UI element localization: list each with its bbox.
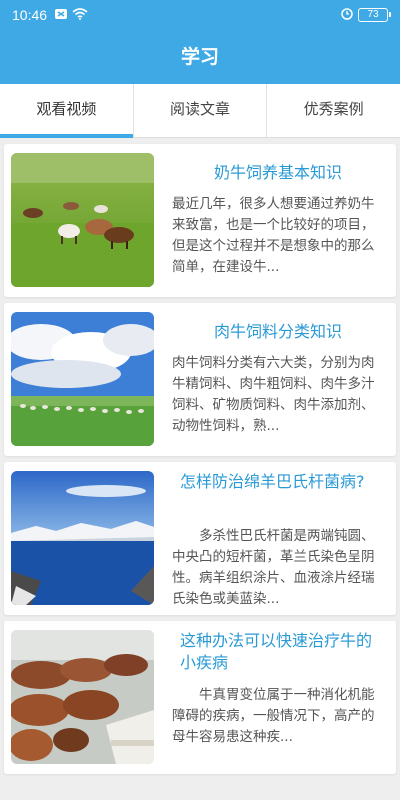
wifi-icon xyxy=(72,8,88,20)
alarm-icon xyxy=(341,8,353,20)
page-title: 学习 xyxy=(0,30,400,84)
article-summary: 肉牛饲料分类有六大类，分别为肉牛精饲料、肉牛粗饲料、肉牛多汁饲料、矿物质饲料、肉… xyxy=(172,355,375,434)
tab-read-articles[interactable]: 阅读文章 xyxy=(132,84,267,137)
status-bar: 10:46 73 xyxy=(0,0,400,30)
notification-icon xyxy=(55,9,67,19)
article-card[interactable]: 这种办法可以快速治疗牛的小疾病 牛真胃变位属于一种消化机能障碍的疾病，一般情况下… xyxy=(4,621,396,774)
article-thumbnail-cattle-feeding xyxy=(11,630,154,764)
article-thumbnail-dairy-cows xyxy=(11,153,154,287)
article-card[interactable]: 奶牛饲养基本知识 最近几年，很多人想要通过养奶牛来致富，也是一个比较好的项目，但… xyxy=(4,144,396,297)
article-title[interactable]: 奶牛饲养基本知识 xyxy=(172,162,384,184)
article-summary: 牛真胃变位属于一种消化机能障碍的疾病，一般情况下，高产的母牛容易患这种疾... xyxy=(172,687,375,745)
article-summary: 多杀性巴氏杆菌是两端钝圆、中央凸的短杆菌，革兰氏染色呈阴性。病羊组织涂片、血液涂… xyxy=(172,528,375,607)
article-thumbnail-crater-lake xyxy=(11,471,154,605)
article-title[interactable]: 肉牛饲料分类知识 xyxy=(172,321,384,343)
article-card[interactable]: 怎样防治绵羊巴氏杆菌病? 多杀性巴氏杆菌是两端钝圆、中央凸的短杆菌，革兰氏染色呈… xyxy=(4,462,396,615)
tab-bar: 观看视频 阅读文章 优秀案例 xyxy=(0,84,400,138)
article-card[interactable]: 肉牛饲料分类知识 肉牛饲料分类有六大类，分别为肉牛精饲料、肉牛粗饲料、肉牛多汁饲… xyxy=(4,303,396,456)
article-title[interactable]: 这种办法可以快速治疗牛的小疾病 xyxy=(172,630,384,674)
article-list: 奶牛饲养基本知识 最近几年，很多人想要通过养奶牛来致富，也是一个比较好的项目，但… xyxy=(0,138,400,800)
article-title[interactable]: 怎样防治绵羊巴氏杆菌病? xyxy=(172,471,384,493)
tab-watch-video[interactable]: 观看视频 xyxy=(0,84,133,138)
battery-indicator: 73 xyxy=(358,8,391,22)
status-time: 10:46 xyxy=(12,7,48,23)
article-thumbnail-sheep-pasture xyxy=(11,312,154,446)
article-summary: 最近几年，很多人想要通过养奶牛来致富，也是一个比较好的项目，但是这个过程并不是想… xyxy=(172,196,375,275)
tab-excellent-cases[interactable]: 优秀案例 xyxy=(266,84,400,137)
